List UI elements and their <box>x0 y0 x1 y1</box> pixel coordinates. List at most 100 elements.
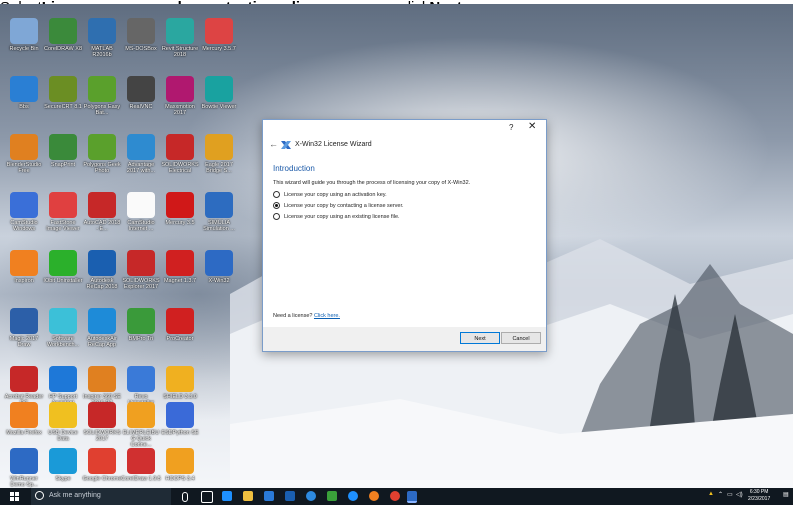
taskbar-search[interactable]: Ask me anything <box>31 488 171 505</box>
desktop-icon[interactable]: Inspirer 360 SE 2016 R2 <box>82 366 122 406</box>
desktop-icon[interactable]: Advantage 2017 with... <box>121 134 161 174</box>
desktop-icon[interactable]: Mercury 3.5.7 <box>199 18 239 52</box>
option-license-file[interactable]: License your copy using an existing lice… <box>273 213 400 220</box>
help-button[interactable]: ? <box>509 123 513 132</box>
desktop-icon[interactable]: BlenderStudio Free <box>4 134 44 174</box>
desktop-icon[interactable]: Software Workbench... <box>43 308 83 348</box>
desktop-icon[interactable]: CorelDRAW X8 <box>43 18 83 52</box>
desktop-icon[interactable]: USB Device Data <box>43 402 83 442</box>
app-icon[interactable] <box>348 491 358 501</box>
desktop-icon-label: Magic 2017 Draw <box>9 336 39 348</box>
radio-button-selected[interactable] <box>273 202 280 209</box>
windows-start-icon[interactable] <box>10 492 19 501</box>
desktop-icon[interactable]: Google Chrome <box>82 448 122 482</box>
desktop-icon-image <box>49 134 77 160</box>
next-button[interactable]: Next <box>460 332 500 344</box>
desktop-icon[interactable]: Recycle Bin <box>4 18 44 52</box>
desktop-icon[interactable]: SOLIDWORKS Electrical <box>160 134 200 174</box>
desktop-icon[interactable]: Mozilla Firefox <box>4 402 44 436</box>
desktop-icon-image <box>127 402 155 428</box>
desktop-icon[interactable]: RealVNC <box>121 76 161 110</box>
desktop-icon[interactable]: Inspiron <box>4 250 44 284</box>
firefox-icon[interactable] <box>369 491 379 501</box>
tray-app-icon[interactable]: ▲ <box>708 491 714 497</box>
desktop-icon[interactable]: Autodesk ReCap 2018 <box>82 250 122 290</box>
desktop-icon-label: CamStudio Windows <box>10 220 38 232</box>
notifications-icon[interactable]: ▤ <box>783 491 789 498</box>
option-license-server[interactable]: License your copy by contacting a licens… <box>273 202 404 209</box>
desktop-icon-label: AutodeskAir ReCap App <box>87 336 117 348</box>
radio-button[interactable] <box>273 213 280 220</box>
desktop-icon-image <box>127 18 155 44</box>
network-icon[interactable]: ▭ <box>727 491 733 498</box>
desktop-icon[interactable]: Bowtie Viewer <box>199 76 239 110</box>
desktop-icon[interactable]: MS-DOSBox <box>121 18 161 52</box>
xwin32-taskbar-icon[interactable] <box>407 491 417 503</box>
desktop-icon[interactable]: AutoCAD 2018 - E... <box>82 192 122 232</box>
cancel-button[interactable]: Cancel <box>501 332 541 344</box>
desktop-icon[interactable]: Bbs <box>4 76 44 110</box>
desktop-icon[interactable]: SecureCRT 8.1 <box>43 76 83 110</box>
desktop-icon[interactable]: Mercury 3.5 <box>160 192 200 226</box>
desktop-icon[interactable]: HP Support Assistant <box>43 366 83 406</box>
desktop-icon[interactable]: BMPro Tri <box>121 308 161 342</box>
desktop-icon[interactable]: Maxxmotion 2017 <box>160 76 200 116</box>
file-explorer-icon[interactable] <box>243 491 253 501</box>
microphone-icon[interactable] <box>182 492 188 502</box>
desktop-icon[interactable]: ESDPython SE <box>160 402 200 436</box>
desktop-icon[interactable]: SOLIDWORKS Explorer 2017 <box>121 250 161 290</box>
desktop-icon[interactable]: SIMULIA Simulation ... <box>199 192 239 232</box>
close-button[interactable]: ✕ <box>528 121 536 132</box>
desktop-icon[interactable]: CamStudio Internet ... <box>121 192 161 232</box>
desktop-icon[interactable]: CorelDraw 1.9.5 <box>121 448 161 482</box>
desktop-icon[interactable]: SnapPrint <box>43 134 83 168</box>
desktop-icon-label: Eagle 2017 Bridge S... <box>205 162 233 174</box>
task-view-icon[interactable] <box>201 491 213 503</box>
desktop-icon[interactable]: ProCreator <box>160 308 200 342</box>
chrome-icon[interactable] <box>390 491 400 501</box>
desktop-icon[interactable]: Revit Structure 2018 <box>160 18 200 58</box>
desktop-icon[interactable]: CamStudio Windows <box>4 192 44 232</box>
desktop-icon[interactable]: Revo Uninstaller <box>121 366 161 406</box>
desktop-icon[interactable]: SHIELD 3.3.0 <box>160 366 200 400</box>
option-label: License your copy using an existing lice… <box>284 213 400 220</box>
desktop-icon-image <box>127 76 155 102</box>
desktop-icon[interactable]: FastStone Image Viewer <box>43 192 83 232</box>
desktop-icon[interactable]: Polygons Easy Bat... <box>82 76 122 116</box>
desktop-icon-image <box>88 250 116 276</box>
desktop-icon[interactable]: HOOPS 3.4 <box>160 448 200 482</box>
desktop-icon[interactable]: Eagle 2017 Bridge S... <box>199 134 239 174</box>
desktop-icon[interactable]: ELIMERLEIBUG Quick Conne... <box>121 402 161 448</box>
desktop-icon[interactable]: WinRunner Demo Sp... <box>4 448 44 488</box>
desktop-icon[interactable]: SOLIDWORKS 2017 <box>82 402 122 442</box>
tray-chevron-icon[interactable]: ⌃ <box>718 491 723 498</box>
app-icon[interactable] <box>306 491 316 501</box>
back-arrow-icon[interactable]: ← <box>269 139 278 149</box>
desktop-icon[interactable]: IObit Uninstaller <box>43 250 83 284</box>
desktop-icon[interactable]: Polygons Geek Photo <box>82 134 122 174</box>
clock[interactable]: 6:30 PM 2/23/2017 <box>748 489 770 503</box>
desktop-icon-image <box>49 448 77 474</box>
option-label: License your copy by contacting a licens… <box>284 202 404 209</box>
desktop-icon[interactable]: MATLAB R2016b <box>82 18 122 58</box>
radio-button[interactable] <box>273 191 280 198</box>
desktop-icon-label: RealVNC <box>129 104 153 110</box>
edge-icon[interactable] <box>222 491 232 501</box>
desktop-icon[interactable]: Skype <box>43 448 83 482</box>
volume-icon[interactable]: ◁) <box>736 491 743 498</box>
option-activation-key[interactable]: License your copy using an activation ke… <box>273 191 387 198</box>
cortana-icon <box>35 491 44 500</box>
app-icon[interactable] <box>285 491 295 501</box>
desktop-icon-label: Polygons Easy Bat... <box>83 104 121 116</box>
store-icon[interactable] <box>264 491 274 501</box>
desktop-icon-image <box>166 250 194 276</box>
desktop-icon[interactable]: Acrobat Reader DC <box>4 366 44 406</box>
desktop-icon[interactable]: Magic 2017 Draw <box>4 308 44 348</box>
desktop-icon[interactable]: AutodeskAir ReCap App <box>82 308 122 348</box>
click-here-link[interactable]: Click here. <box>314 313 340 319</box>
desktop-icon-image <box>166 192 194 218</box>
desktop-icon[interactable]: X-Win32 <box>199 250 239 284</box>
app-icon[interactable] <box>327 491 337 501</box>
desktop-icon[interactable]: Magnet 1.3.7 <box>160 250 200 284</box>
desktop-icon-image <box>88 134 116 160</box>
